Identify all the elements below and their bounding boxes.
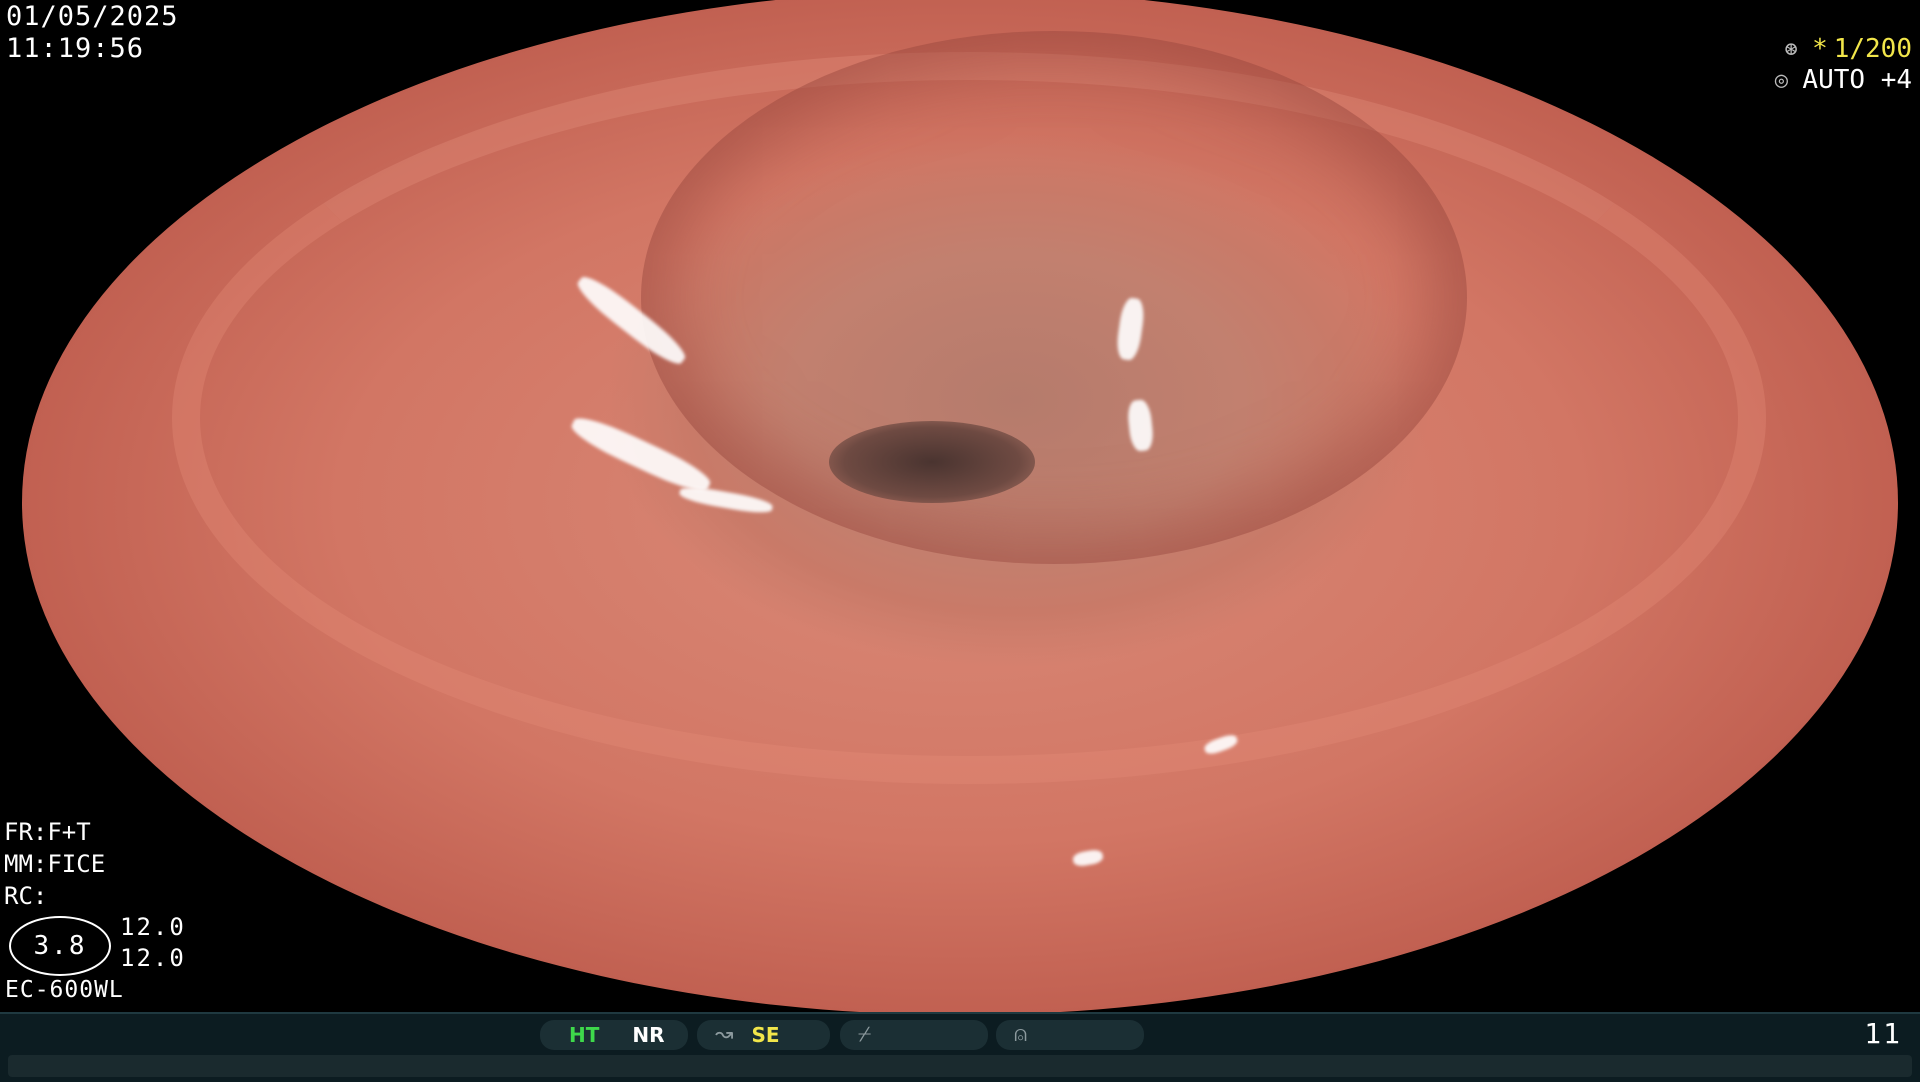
- fr-setting: FR:F+T: [4, 818, 91, 846]
- se-label: SE: [751, 1023, 780, 1047]
- image-counter: 11: [1864, 1017, 1902, 1050]
- circle-symbol-icon: ⍝: [1014, 1022, 1028, 1047]
- se-indicator[interactable]: ↝ SE: [697, 1020, 830, 1050]
- slash-icon: ⌿: [858, 1022, 872, 1047]
- wave-icon: ↝: [715, 1022, 734, 1047]
- scope-model: EC-600WL: [5, 977, 124, 1003]
- iris-row: ◎ AUTO +4: [1766, 65, 1912, 96]
- aperture-icon: ⊛: [1784, 37, 1798, 62]
- processor-settings: FR:F+T MM:FICE RC:: [4, 816, 105, 912]
- shutter-speed: 1/200: [1833, 34, 1912, 64]
- value-a: 12.0: [120, 913, 186, 941]
- symbol-indicator[interactable]: ⍝: [996, 1020, 1144, 1050]
- nr-label: NR: [632, 1023, 665, 1047]
- bottom-strip: [8, 1055, 1912, 1077]
- ht-nr-indicator[interactable]: HT NR: [540, 1020, 688, 1050]
- slash-indicator[interactable]: ⌿: [840, 1020, 988, 1050]
- rc-setting: RC:: [4, 882, 48, 910]
- iris-icon: ◎: [1774, 68, 1789, 93]
- exam-date: 01/05/2025: [6, 1, 179, 32]
- iris-mode: AUTO +4: [1802, 65, 1912, 95]
- exam-time: 11:19:56: [6, 33, 145, 64]
- zoom-indicator: 3.8: [9, 916, 111, 976]
- shutter-marker: *: [1812, 34, 1828, 64]
- endoscopic-image: [22, 0, 1898, 1015]
- zoom-values: 12.0 12.0: [120, 912, 186, 974]
- value-b: 12.0: [120, 944, 186, 972]
- specular-highlight: [1071, 848, 1104, 868]
- colon-lumen: [641, 31, 1466, 564]
- shutter-row: ⊛ * 1/200: [1766, 34, 1912, 65]
- ht-label: HT: [569, 1023, 600, 1047]
- specular-highlight: [359, 0, 426, 16]
- lumen-opening: [828, 420, 1036, 503]
- mm-setting: MM:FICE: [4, 850, 106, 878]
- camera-status: ⊛ * 1/200 ◎ AUTO +4: [1766, 34, 1912, 96]
